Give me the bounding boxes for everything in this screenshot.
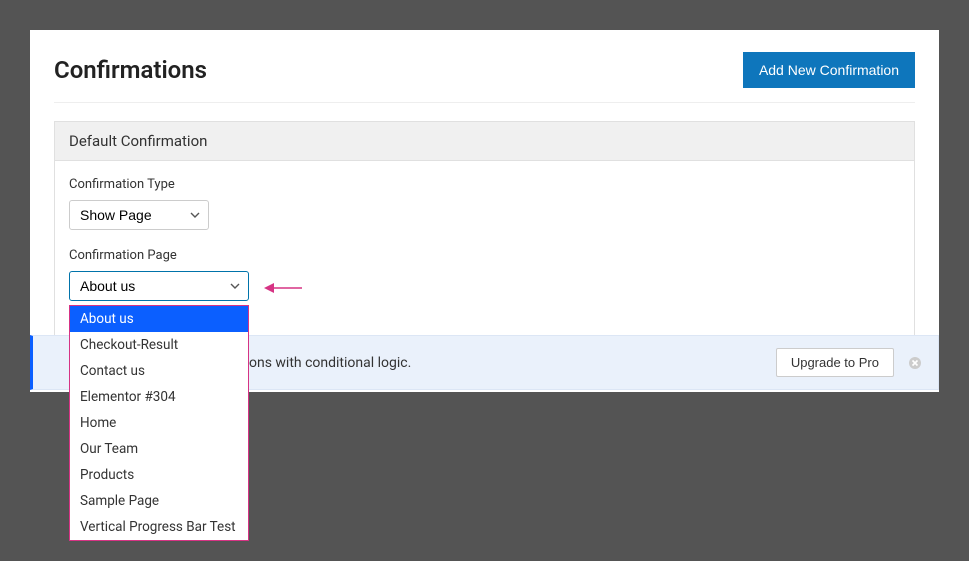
annotation-arrow-icon [264,279,302,301]
dropdown-option[interactable]: Contact us [70,358,248,384]
confirmation-type-select-wrap: Show Page [69,200,209,230]
confirmation-page-label: Confirmation Page [69,248,900,263]
confirmation-page-field: Confirmation Page About us About us [69,248,900,301]
dropdown-option[interactable]: Checkout-Result [70,332,248,358]
dropdown-option[interactable]: Our Team [70,436,248,462]
upgrade-to-pro-button[interactable]: Upgrade to Pro [776,348,894,377]
dropdown-option[interactable]: Home [70,410,248,436]
confirmation-type-select[interactable]: Show Page [69,200,209,230]
dropdown-option[interactable]: Elementor #304 [70,384,248,410]
dropdown-option[interactable]: Vertical Progress Bar Test [70,514,248,540]
dropdown-option[interactable]: About us [70,306,248,332]
notice-actions: Upgrade to Pro [776,348,922,377]
confirmation-page-dropdown: About us Checkout-Result Contact us Elem… [69,305,249,541]
confirmation-page-select[interactable]: About us [69,271,249,301]
section-header[interactable]: Default Confirmation [54,121,915,161]
confirmation-type-value: Show Page [80,207,152,223]
notice-text: tions with conditional logic. [241,355,411,371]
panel-header: Confirmations Add New Confirmation [54,52,915,103]
add-new-confirmation-button[interactable]: Add New Confirmation [743,52,915,88]
confirmation-page-select-wrap: About us About us Checkout-Result Contac… [69,271,249,301]
confirmation-type-label: Confirmation Type [69,177,900,192]
confirmation-page-value: About us [80,278,135,294]
chevron-down-icon [190,210,200,220]
close-icon[interactable] [908,356,922,370]
dropdown-option[interactable]: Products [70,462,248,488]
page-title: Confirmations [54,56,207,84]
confirmation-type-field: Confirmation Type Show Page [69,177,900,230]
confirmations-panel: Confirmations Add New Confirmation Defau… [30,30,939,392]
dropdown-option[interactable]: Sample Page [70,488,248,514]
chevron-down-icon [230,281,240,291]
